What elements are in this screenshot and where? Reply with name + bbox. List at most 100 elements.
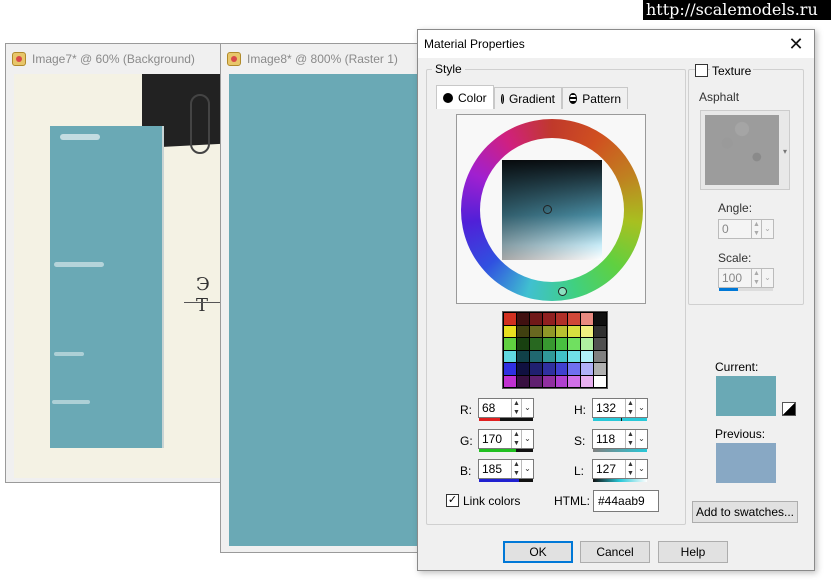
scale-spinner[interactable]: 100 ▲ ▼ ⌄ xyxy=(718,268,774,291)
color-swatch[interactable] xyxy=(594,313,606,325)
color-swatch[interactable] xyxy=(581,375,594,387)
chevron-down-icon[interactable]: ⌄ xyxy=(521,430,533,448)
color-swatch[interactable] xyxy=(594,375,606,387)
spinner-arrows-icon[interactable]: ▲ ▼ xyxy=(625,460,635,478)
color-swatch[interactable] xyxy=(529,363,542,375)
color-swatch[interactable] xyxy=(555,325,568,337)
color-swatch[interactable] xyxy=(594,325,606,337)
close-icon[interactable]: ✕ xyxy=(786,34,806,54)
saturation-lightness-square[interactable] xyxy=(502,160,602,260)
document-window-titlebar[interactable]: Image7* @ 60% (Background) xyxy=(6,44,244,74)
color-swatch[interactable] xyxy=(504,375,516,387)
g-value[interactable]: 170 xyxy=(482,432,502,446)
chevron-down-icon[interactable]: ⌄ xyxy=(521,460,533,478)
color-swatch[interactable] xyxy=(542,338,555,350)
chevron-down-icon[interactable]: ▾ xyxy=(783,147,787,156)
h-spinner[interactable]: 132 ▲ ▼ ⌄ xyxy=(592,398,648,421)
color-swatch[interactable] xyxy=(529,313,542,325)
color-swatch[interactable] xyxy=(581,338,594,350)
angle-spinner[interactable]: 0 ▲ ▼ ⌄ xyxy=(718,219,774,239)
angle-value[interactable]: 0 xyxy=(722,222,729,236)
color-swatch[interactable] xyxy=(529,325,542,337)
color-swatch[interactable] xyxy=(555,350,568,362)
dialog-titlebar[interactable]: Material Properties xyxy=(418,30,814,58)
previous-color-swatch[interactable] xyxy=(716,443,776,483)
color-swatch[interactable] xyxy=(581,350,594,362)
g-spinner[interactable]: 170 ▲ ▼ ⌄ xyxy=(478,429,534,452)
color-swatch[interactable] xyxy=(542,313,555,325)
color-swatch[interactable] xyxy=(516,313,529,325)
scale-value[interactable]: 100 xyxy=(722,271,742,285)
color-swatch[interactable] xyxy=(504,338,516,350)
document-window-image8[interactable]: Image8* @ 800% (Raster 1) xyxy=(220,43,420,553)
color-swatch[interactable] xyxy=(529,338,542,350)
spinner-arrows-icon[interactable]: ▲ ▼ xyxy=(751,269,761,287)
document-canvas[interactable]: Э Т xyxy=(14,74,242,478)
color-swatch[interactable] xyxy=(568,338,581,350)
color-swatch[interactable] xyxy=(516,350,529,362)
color-swatch[interactable] xyxy=(568,350,581,362)
sv-picker-handle[interactable] xyxy=(543,205,552,214)
color-swatch[interactable] xyxy=(542,363,555,375)
color-swatch[interactable] xyxy=(594,350,606,362)
color-swatch[interactable] xyxy=(516,338,529,350)
swap-colors-icon[interactable] xyxy=(782,402,796,416)
color-swatch[interactable] xyxy=(594,363,606,375)
color-swatch[interactable] xyxy=(542,325,555,337)
html-color-input[interactable]: #44aab9 xyxy=(593,490,659,512)
l-value[interactable]: 127 xyxy=(596,462,616,476)
ok-button[interactable]: OK xyxy=(503,541,573,563)
color-swatch[interactable] xyxy=(516,363,529,375)
r-spinner[interactable]: 68 ▲ ▼ ⌄ xyxy=(478,398,534,421)
chevron-down-icon[interactable]: ⌄ xyxy=(761,269,773,287)
color-swatch[interactable] xyxy=(594,338,606,350)
color-swatch[interactable] xyxy=(568,363,581,375)
help-button[interactable]: Help xyxy=(658,541,728,563)
color-swatch[interactable] xyxy=(529,350,542,362)
color-swatch[interactable] xyxy=(516,325,529,337)
chevron-down-icon[interactable]: ⌄ xyxy=(635,430,647,448)
color-swatch[interactable] xyxy=(542,350,555,362)
current-color-swatch[interactable] xyxy=(716,376,776,416)
color-swatch[interactable] xyxy=(568,313,581,325)
b-value[interactable]: 185 xyxy=(482,462,502,476)
color-swatch[interactable] xyxy=(555,338,568,350)
color-swatch[interactable] xyxy=(581,313,594,325)
color-swatch[interactable] xyxy=(504,363,516,375)
document-window-titlebar[interactable]: Image8* @ 800% (Raster 1) xyxy=(221,44,419,74)
spinner-arrows-icon[interactable]: ▲ ▼ xyxy=(625,399,635,417)
color-swatch[interactable] xyxy=(555,375,568,387)
r-value[interactable]: 68 xyxy=(482,401,495,415)
spinner-arrows-icon[interactable]: ▲ ▼ xyxy=(625,430,635,448)
color-swatch[interactable] xyxy=(542,375,555,387)
chevron-down-icon[interactable]: ⌄ xyxy=(521,399,533,417)
color-swatch[interactable] xyxy=(504,350,516,362)
add-to-swatches-button[interactable]: Add to swatches... xyxy=(692,501,798,523)
l-spinner[interactable]: 127 ▲ ▼ ⌄ xyxy=(592,459,648,482)
tab-pattern[interactable]: Pattern xyxy=(562,87,628,109)
color-swatch[interactable] xyxy=(529,375,542,387)
s-value[interactable]: 118 xyxy=(596,432,615,446)
color-swatch[interactable] xyxy=(555,363,568,375)
color-swatch[interactable] xyxy=(504,325,516,337)
spinner-arrows-icon[interactable]: ▲ ▼ xyxy=(751,220,761,238)
color-swatch[interactable] xyxy=(504,313,516,325)
color-swatch[interactable] xyxy=(555,313,568,325)
color-swatch[interactable] xyxy=(516,375,529,387)
spinner-arrows-icon[interactable]: ▲ ▼ xyxy=(511,399,521,417)
tab-gradient[interactable]: Gradient xyxy=(494,87,562,109)
texture-preview[interactable]: ▾ xyxy=(700,110,790,190)
hue-picker-handle[interactable] xyxy=(558,287,567,296)
spinner-arrows-icon[interactable]: ▲ ▼ xyxy=(511,430,521,448)
s-spinner[interactable]: 118 ▲ ▼ ⌄ xyxy=(592,429,648,452)
chevron-down-icon[interactable]: ⌄ xyxy=(635,399,647,417)
tab-color[interactable]: Color xyxy=(436,85,494,109)
color-swatch[interactable] xyxy=(568,325,581,337)
b-spinner[interactable]: 185 ▲ ▼ ⌄ xyxy=(478,459,534,482)
chevron-down-icon[interactable]: ⌄ xyxy=(761,220,773,238)
color-swatch[interactable] xyxy=(581,363,594,375)
cancel-button[interactable]: Cancel xyxy=(580,541,650,563)
link-colors-checkbox[interactable]: ✓ xyxy=(446,494,459,507)
h-value[interactable]: 132 xyxy=(596,401,616,415)
document-window-image7[interactable]: Image7* @ 60% (Background) Э Т xyxy=(5,43,245,483)
